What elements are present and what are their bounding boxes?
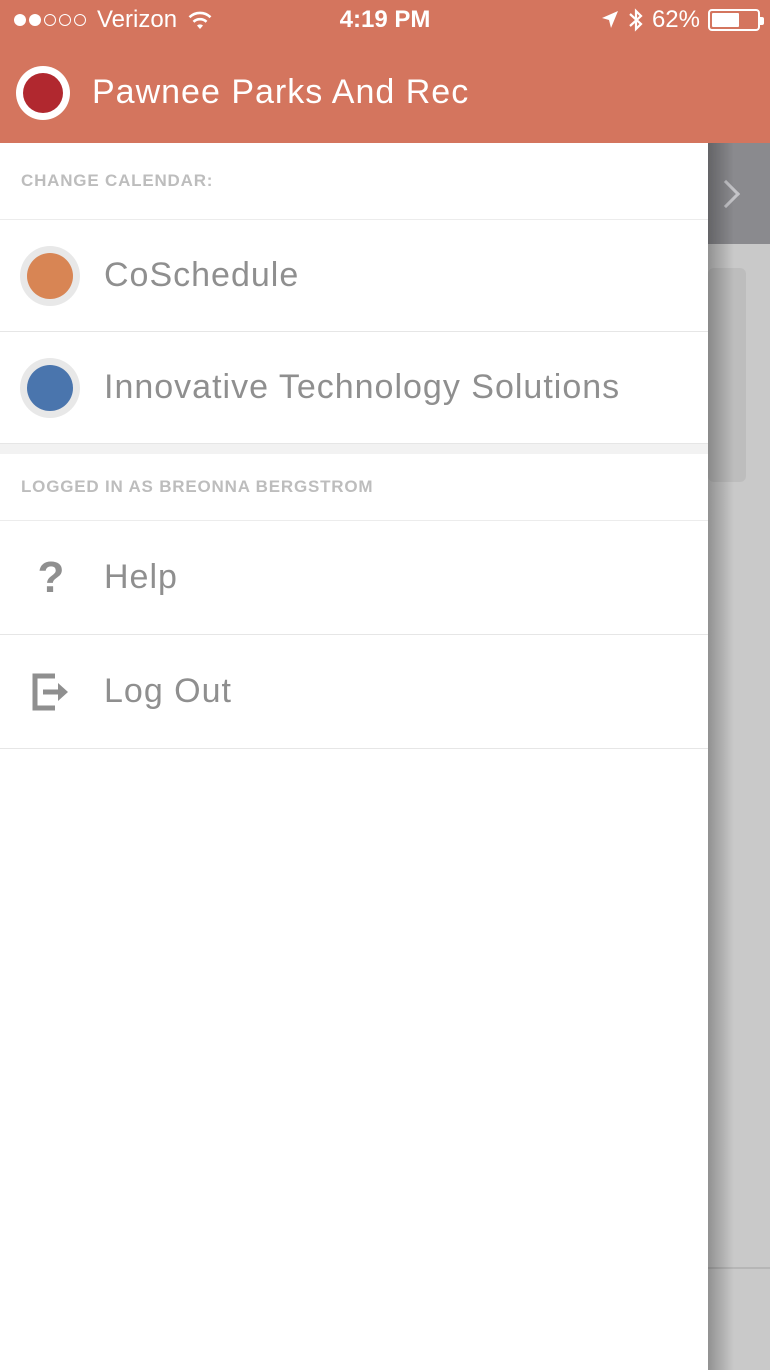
log-out-menu-item[interactable]: Log Out xyxy=(0,635,708,749)
calendar-item-coschedule[interactable]: CoSchedule xyxy=(0,220,708,332)
battery-icon xyxy=(708,9,764,31)
help-menu-item[interactable]: ? Help xyxy=(0,521,708,635)
calendar-dot-ring xyxy=(20,357,80,418)
section-divider xyxy=(0,444,708,454)
calendar-color-dot xyxy=(23,72,63,113)
status-bar: Verizon 4:19 PM 62% xyxy=(0,0,770,42)
current-calendar-badge xyxy=(16,65,70,120)
drawer-shadow xyxy=(708,0,734,1370)
calendar-item-innovative-technology-solutions[interactable]: Innovative Technology Solutions xyxy=(0,332,708,444)
calendar-item-label: CoSchedule xyxy=(104,256,300,294)
background-app: + xyxy=(708,0,770,1370)
logout-icon xyxy=(22,663,80,721)
bluetooth-icon xyxy=(629,8,643,32)
change-calendar-header: CHANGE CALENDAR: xyxy=(0,143,708,220)
calendar-item-label: Innovative Technology Solutions xyxy=(104,368,621,406)
battery-percent: 62% xyxy=(651,6,700,33)
help-label: Help xyxy=(104,558,178,596)
location-arrow-icon xyxy=(601,11,618,28)
battery-tip xyxy=(760,17,764,25)
top-bar: Verizon 4:19 PM 62% Pawnee Parks And Rec xyxy=(0,0,770,143)
logged-in-header: LOGGED IN AS BREONNA BERGSTROM xyxy=(0,454,708,521)
page-title: Pawnee Parks And Rec xyxy=(92,73,470,111)
status-indicators: 62% xyxy=(600,6,764,34)
drawer-title-bar: Pawnee Parks And Rec xyxy=(0,42,708,143)
log-out-label: Log Out xyxy=(104,672,232,710)
calendar-color-dot xyxy=(27,364,73,411)
battery-fill xyxy=(712,13,740,27)
navigation-drawer: CHANGE CALENDAR: CoSchedule Innovative T… xyxy=(0,143,708,1370)
calendar-color-dot xyxy=(27,252,73,299)
calendar-dot-ring xyxy=(20,245,80,306)
question-mark-icon: ? xyxy=(37,552,65,602)
